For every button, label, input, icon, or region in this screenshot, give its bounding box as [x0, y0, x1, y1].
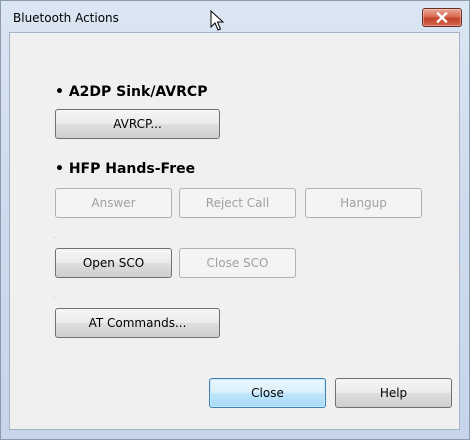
- separator-dot: [54, 237, 55, 238]
- section-title-a2dp: • A2DP Sink/AVRCP: [55, 84, 208, 100]
- close-button[interactable]: Close: [209, 378, 326, 408]
- title-bar[interactable]: Bluetooth Actions: [1, 1, 469, 31]
- bluetooth-actions-dialog: Bluetooth Actions • A2DP Sink/AVRCP AVRC…: [0, 0, 470, 440]
- hangup-button[interactable]: Hangup: [305, 188, 422, 218]
- section-title-hfp: • HFP Hands-Free: [55, 161, 196, 177]
- open-sco-button[interactable]: Open SCO: [55, 248, 172, 278]
- close-icon: [436, 12, 448, 23]
- answer-button[interactable]: Answer: [55, 188, 172, 218]
- separator-dot: [54, 297, 55, 298]
- avrcp-button[interactable]: AVRCP...: [55, 109, 220, 139]
- dialog-client-area: • A2DP Sink/AVRCP AVRCP... • HFP Hands-F…: [9, 32, 460, 430]
- window-title: Bluetooth Actions: [13, 11, 119, 25]
- at-commands-button[interactable]: AT Commands...: [55, 308, 220, 338]
- window-close-button[interactable]: [422, 8, 462, 27]
- help-button[interactable]: Help: [335, 378, 452, 408]
- reject-call-button[interactable]: Reject Call: [179, 188, 296, 218]
- close-sco-button[interactable]: Close SCO: [179, 248, 296, 278]
- mouse-cursor-icon: [210, 10, 224, 31]
